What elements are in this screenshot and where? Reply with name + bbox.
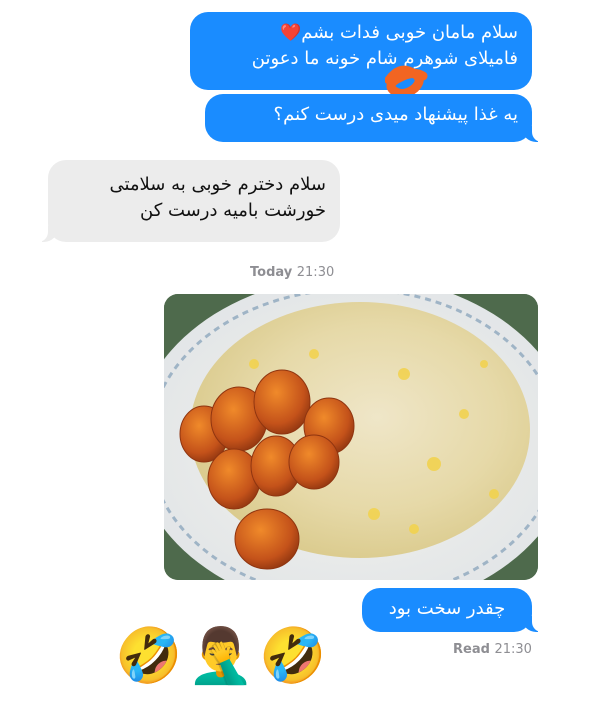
outgoing-message-bubble[interactable]: چقدر سخت بود [362, 588, 546, 632]
food-photo-attachment[interactable] [164, 294, 538, 580]
message-line: یه غذا پیشنهاد میدی درست کنم؟ [273, 104, 518, 125]
food-photo-image [164, 294, 538, 580]
man-facepalming-icon: 🤦‍♂️ [187, 624, 255, 687]
heart-emoji: ❤️ [280, 23, 302, 43]
read-receipt: Read 21:30 [453, 642, 532, 657]
today-timestamp: Today 21:30 [250, 265, 335, 280]
message-line: سلام مامان خوبی فدات بشم❤️ [280, 22, 518, 43]
message-line: خورشت بامیه درست کن [140, 200, 326, 221]
message-line: سلام دخترم خوبی به سلامتی [109, 174, 326, 195]
outgoing-message-bubble[interactable]: یه غذا پیشنهاد میدی درست کنم؟ [205, 94, 546, 142]
reaction-emoji-row: 🤣 🤦‍♂️ 🤣 [115, 622, 327, 694]
message-line: چقدر سخت بود [388, 598, 506, 619]
outgoing-message-bubble[interactable]: سلام مامان خوبی فدات بشم❤️ فامیلای شوهرم… [190, 12, 532, 90]
incoming-message-bubble[interactable]: سلام دخترم خوبی به سلامتی خورشت بامیه در… [34, 160, 340, 242]
rolling-on-floor-laughing-icon: 🤣 [115, 624, 183, 687]
rolling-on-floor-laughing-icon: 🤣 [259, 624, 327, 687]
message-line: فامیلای شوهرم شام خونه ما دعوتن [251, 48, 518, 69]
